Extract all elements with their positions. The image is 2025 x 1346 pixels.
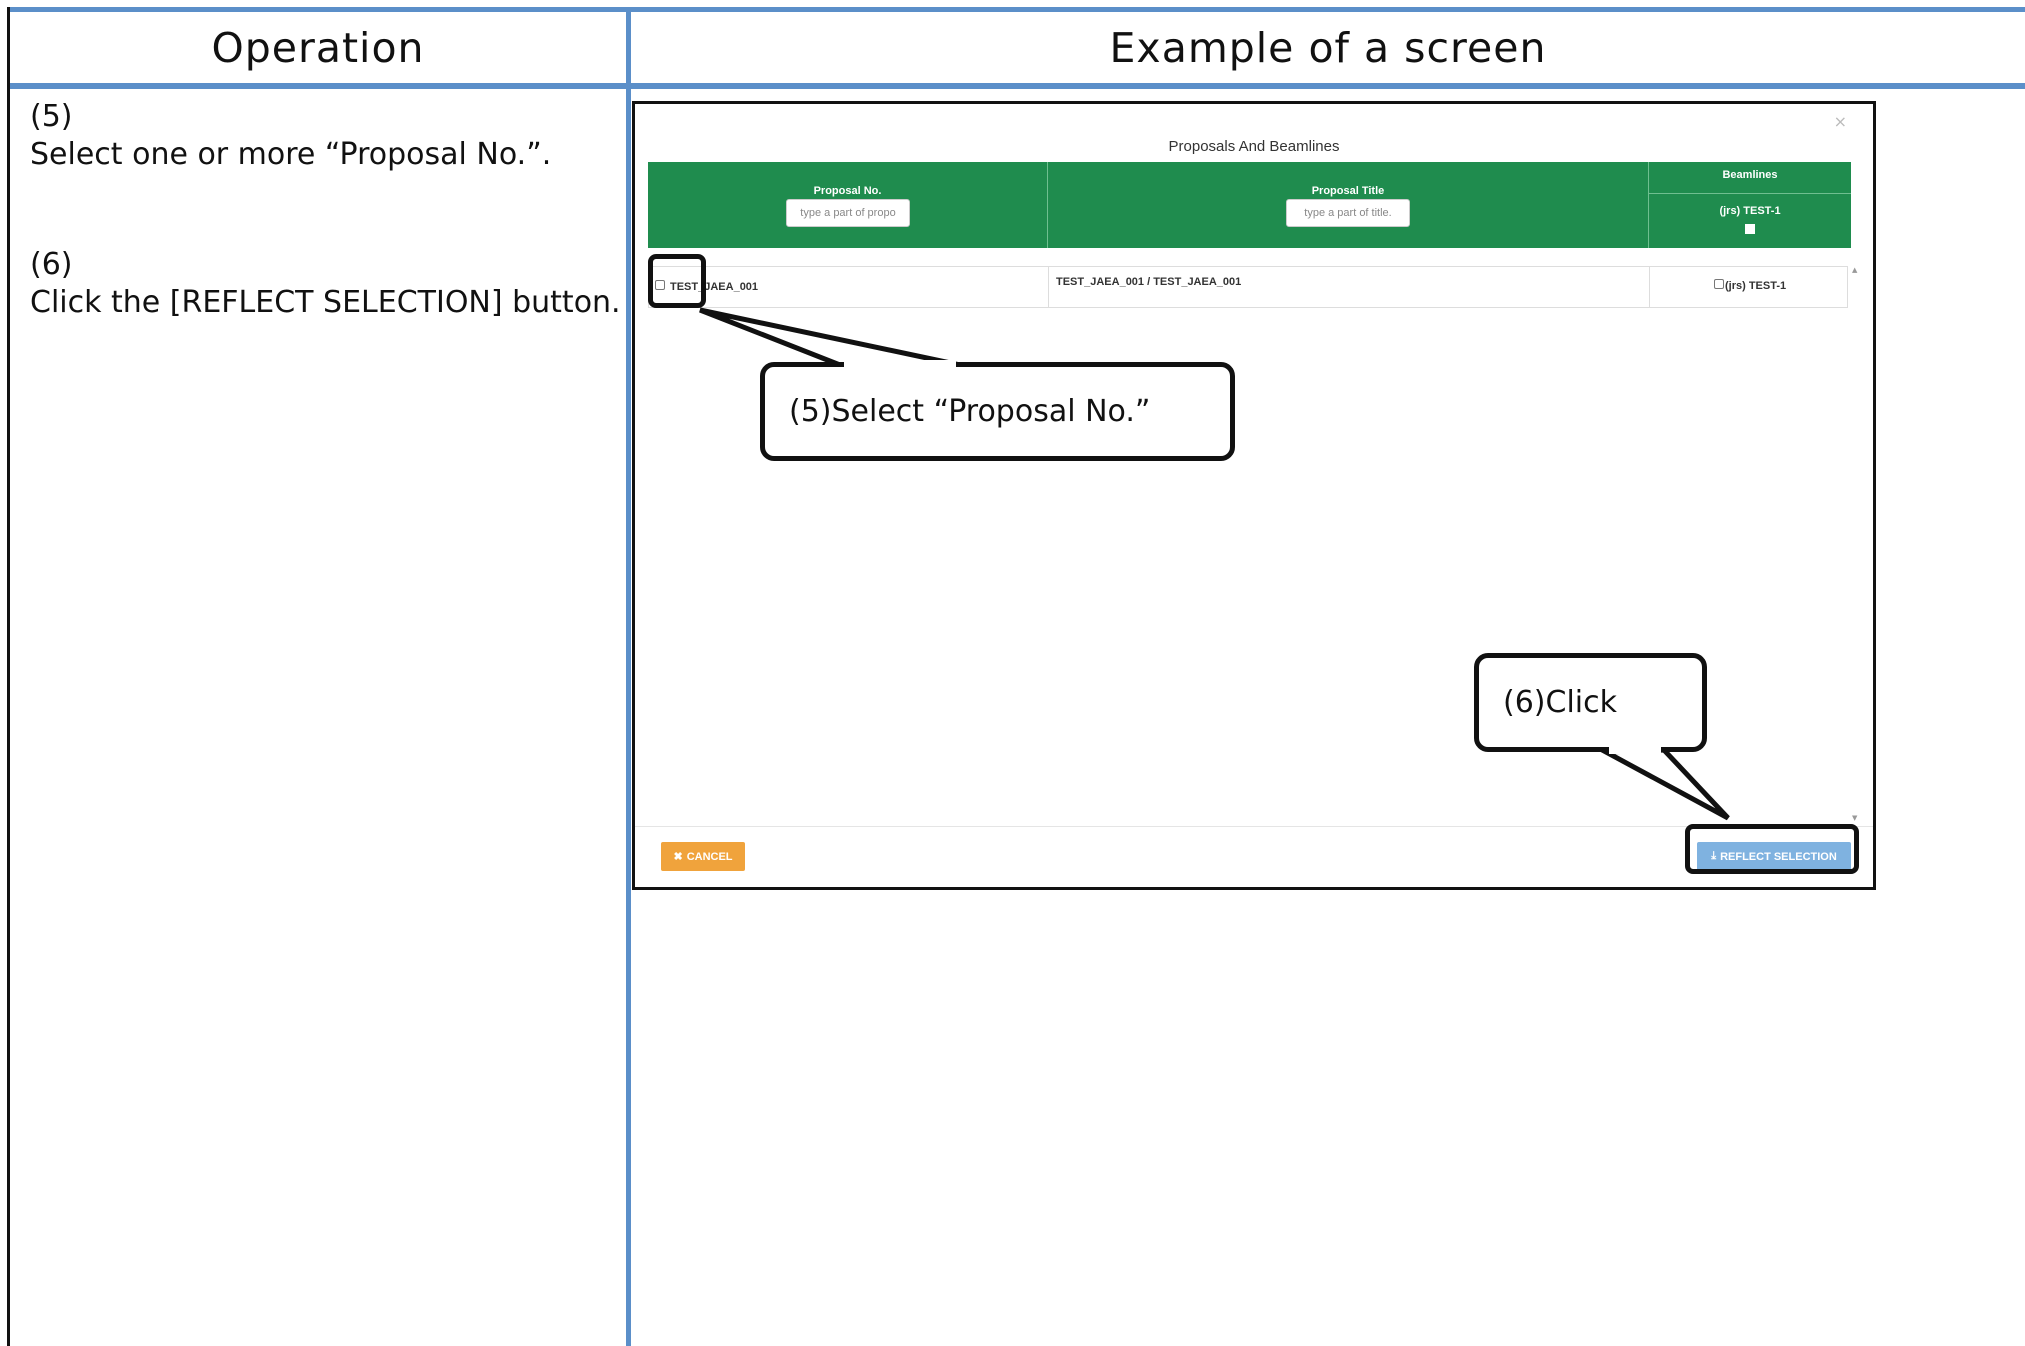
tail-seam-click: [1609, 746, 1661, 754]
callout-tail-select: [699, 307, 961, 368]
callout-click: (6)Click: [1474, 653, 1707, 752]
proposal-checkbox-highlight: [648, 254, 706, 308]
reflect-button-highlight: [1685, 824, 1859, 874]
instruction-table: Operation Example of a screen (5) Select…: [0, 0, 2025, 1346]
callout-select-proposal: (5)Select “Proposal No.”: [760, 362, 1235, 461]
tail-seam-select: [844, 360, 956, 368]
callout-tail-click: [1596, 747, 1730, 821]
callout-tails: [699, 307, 1730, 821]
